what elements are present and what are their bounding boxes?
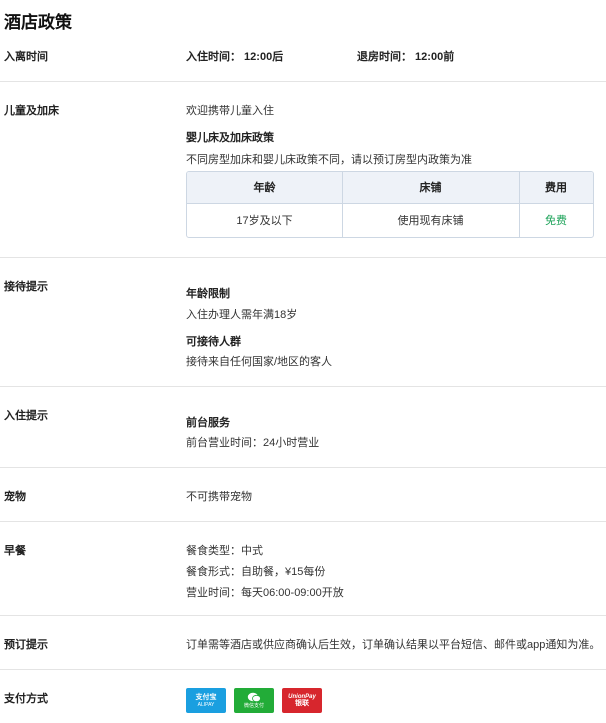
section-label: 入离时间 — [4, 51, 48, 63]
alipay-sub-label: ALIPAY — [197, 701, 215, 708]
wechat-bubble-icon — [247, 692, 261, 703]
header-bed: 床铺 — [419, 182, 442, 194]
column-divider — [519, 172, 520, 237]
wechat-pay-icon: 微信支付 — [234, 688, 274, 713]
age-limit-text: 入住办理人需年满18岁 — [186, 309, 298, 321]
unionpay-main-label: 银联 — [295, 699, 309, 707]
divider — [0, 257, 606, 258]
section-label: 早餐 — [4, 545, 26, 557]
divider — [0, 386, 606, 387]
divider — [0, 669, 606, 670]
section-label: 接待提示 — [4, 281, 48, 293]
bed-policy-note: 不同房型加床和婴儿床政策不同，请以预订房型内政策为准 — [186, 154, 472, 166]
breakfast-form: 餐食形式：自助餐，¥15每份 — [186, 566, 326, 578]
guests-title: 可接待人群 — [186, 336, 241, 348]
children-welcome: 欢迎携带儿童入住 — [186, 105, 274, 117]
unionpay-icon: UnionPay 银联 — [282, 688, 322, 713]
section-label: 宠物 — [4, 491, 26, 503]
front-desk-hours: 前台营业时间：24小时营业 — [186, 437, 320, 449]
page-title: 酒店政策 — [4, 13, 72, 32]
guests-text: 接待来自任何国家/地区的客人 — [186, 356, 333, 368]
cell-age: 17岁及以下 — [236, 215, 293, 227]
table-row: 17岁及以下 使用现有床铺 免费 — [187, 205, 593, 237]
section-label: 支付方式 — [4, 693, 48, 705]
checkout-time: 退房时间： 12:00前 — [357, 51, 455, 63]
alipay-main-label: 支付宝 — [195, 693, 217, 701]
section-label: 入住提示 — [4, 410, 48, 422]
bed-policy-title: 婴儿床及加床政策 — [186, 132, 274, 144]
divider — [0, 615, 606, 616]
breakfast-hours: 营业时间：每天06:00-09:00开放 — [186, 587, 344, 599]
pets-text: 不可携带宠物 — [186, 491, 252, 503]
header-age: 年龄 — [253, 182, 276, 194]
booking-tips-text: 订单需等酒店或供应商确认后生效，订单确认结果以平台短信、邮件或app通知为准。 — [186, 639, 601, 651]
divider — [0, 467, 606, 468]
table-header: 年龄 床铺 费用 — [187, 172, 593, 204]
cell-bed: 使用现有床铺 — [397, 215, 464, 227]
section-label: 预订提示 — [4, 639, 48, 651]
header-fee: 费用 — [545, 182, 567, 194]
cell-fee: 免费 — [545, 215, 567, 227]
section-label: 儿童及加床 — [4, 105, 59, 117]
front-desk-title: 前台服务 — [186, 417, 230, 429]
age-limit-title: 年龄限制 — [186, 288, 230, 300]
checkin-time: 入住时间： 12:00后 — [186, 51, 284, 63]
column-divider — [342, 172, 343, 237]
bed-policy-table: 年龄 床铺 费用 17岁及以下 使用现有床铺 免费 — [186, 171, 594, 238]
wechat-pay-label: 微信支付 — [243, 703, 264, 709]
divider — [0, 521, 606, 522]
breakfast-type: 餐食类型：中式 — [186, 545, 263, 557]
alipay-icon: 支付宝 ALIPAY — [186, 688, 226, 713]
divider — [0, 81, 606, 82]
